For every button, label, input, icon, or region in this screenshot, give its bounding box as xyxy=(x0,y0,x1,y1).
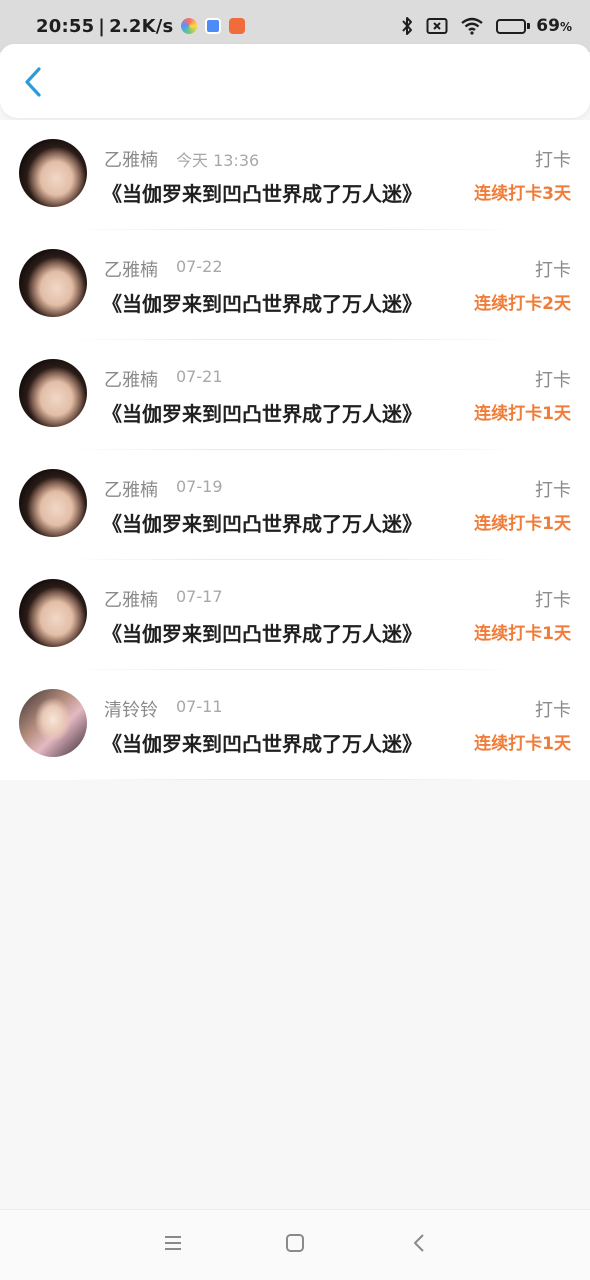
home-icon xyxy=(285,1233,305,1257)
timestamp: 07-19 xyxy=(176,477,223,496)
list-item[interactable]: 清铃铃 07-11 打卡 《当伽罗来到凹凸世界成了万人迷》 连续打卡1天 xyxy=(0,670,590,780)
book-title[interactable]: 《当伽罗来到凹凸世界成了万人迷》 xyxy=(102,398,458,427)
network-speed: 2.2K/s xyxy=(109,15,174,37)
avatar[interactable] xyxy=(19,359,87,427)
list-item[interactable]: 乙雅楠 07-17 打卡 《当伽罗来到凹凸世界成了万人迷》 连续打卡1天 xyxy=(0,560,590,670)
timestamp: 07-21 xyxy=(176,367,223,386)
chevron-left-icon xyxy=(24,67,42,101)
avatar[interactable] xyxy=(19,139,87,207)
sim-blocked-icon xyxy=(426,17,448,35)
bluetooth-icon xyxy=(400,16,414,36)
status-separator: | xyxy=(98,15,106,37)
book-title[interactable]: 《当伽罗来到凹凸世界成了万人迷》 xyxy=(102,728,458,757)
user-name[interactable]: 乙雅楠 xyxy=(104,256,158,282)
avatar[interactable] xyxy=(19,579,87,647)
timestamp: 07-22 xyxy=(176,257,223,276)
avatar[interactable] xyxy=(19,689,87,757)
checkin-list: 乙雅楠 今天 13:36 打卡 《当伽罗来到凹凸世界成了万人迷》 连续打卡3天 … xyxy=(0,120,590,780)
activity-type: 打卡 xyxy=(535,150,571,171)
streak-badge: 连续打卡2天 xyxy=(474,294,571,314)
battery-icon: 69% xyxy=(496,16,572,36)
battery-percent-sign: % xyxy=(559,20,572,34)
streak-badge: 连续打卡1天 xyxy=(474,734,571,754)
back-icon xyxy=(412,1233,426,1257)
wifi-icon xyxy=(460,17,484,35)
activity-type: 打卡 xyxy=(535,260,571,281)
nav-back-button[interactable] xyxy=(406,1232,432,1258)
status-right: 69% xyxy=(400,16,572,36)
avatar[interactable] xyxy=(19,249,87,317)
divider xyxy=(70,779,520,780)
battery-percent: 69 xyxy=(536,16,560,36)
streak-badge: 连续打卡1天 xyxy=(474,624,571,644)
streak-badge: 连续打卡1天 xyxy=(474,404,571,424)
clock: 20:55 xyxy=(36,15,95,37)
menu-button[interactable] xyxy=(160,1232,186,1258)
navigation-bar xyxy=(0,1209,590,1280)
list-item[interactable]: 乙雅楠 今天 13:36 打卡 《当伽罗来到凹凸世界成了万人迷》 连续打卡3天 xyxy=(0,120,590,230)
timestamp: 07-17 xyxy=(176,587,223,606)
user-name[interactable]: 乙雅楠 xyxy=(104,366,158,392)
status-left: 20:55 | 2.2K/s xyxy=(36,15,246,37)
book-title[interactable]: 《当伽罗来到凹凸世界成了万人迷》 xyxy=(102,618,458,647)
list-item[interactable]: 乙雅楠 07-22 打卡 《当伽罗来到凹凸世界成了万人迷》 连续打卡2天 xyxy=(0,230,590,340)
book-title[interactable]: 《当伽罗来到凹凸世界成了万人迷》 xyxy=(102,288,458,317)
activity-type: 打卡 xyxy=(535,370,571,391)
menu-icon xyxy=(163,1234,183,1256)
header xyxy=(0,44,590,118)
timestamp: 07-11 xyxy=(176,697,223,716)
timestamp: 今天 13:36 xyxy=(176,151,260,170)
streak-badge: 连续打卡3天 xyxy=(474,184,571,204)
home-button[interactable] xyxy=(282,1232,308,1258)
activity-type: 打卡 xyxy=(535,700,571,721)
user-name[interactable]: 清铃铃 xyxy=(104,696,158,722)
user-name[interactable]: 乙雅楠 xyxy=(104,476,158,502)
user-name[interactable]: 乙雅楠 xyxy=(104,146,158,172)
list-item[interactable]: 乙雅楠 07-19 打卡 《当伽罗来到凹凸世界成了万人迷》 连续打卡1天 xyxy=(0,450,590,560)
gallery-app-icon xyxy=(205,18,222,34)
photo-app-icon xyxy=(181,18,198,34)
shop-app-icon xyxy=(229,18,246,34)
book-title[interactable]: 《当伽罗来到凹凸世界成了万人迷》 xyxy=(102,178,458,207)
back-button[interactable] xyxy=(18,66,48,102)
book-title[interactable]: 《当伽罗来到凹凸世界成了万人迷》 xyxy=(102,508,458,537)
activity-type: 打卡 xyxy=(535,590,571,611)
list-item[interactable]: 乙雅楠 07-21 打卡 《当伽罗来到凹凸世界成了万人迷》 连续打卡1天 xyxy=(0,340,590,450)
streak-badge: 连续打卡1天 xyxy=(474,514,571,534)
avatar[interactable] xyxy=(19,469,87,537)
user-name[interactable]: 乙雅楠 xyxy=(104,586,158,612)
activity-type: 打卡 xyxy=(535,480,571,501)
